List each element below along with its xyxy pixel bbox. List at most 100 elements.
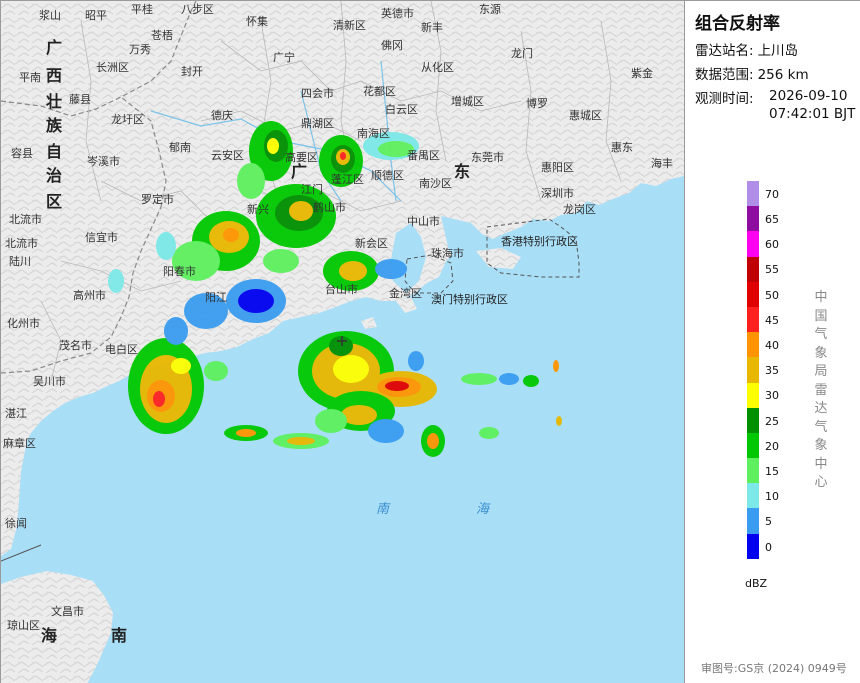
radar-map[interactable]: 广 西 壮 族 自 治 区 广 东 海 南 浆山 昭平 平桂 八步区 怀集 英德…: [1, 1, 684, 683]
city-c62: 茂名市: [59, 338, 92, 352]
legend-tick-8: 30: [765, 389, 779, 403]
city-c65: 麻章区: [3, 436, 36, 450]
legend-color-8: [747, 382, 759, 408]
city-c61: 电白区: [105, 342, 138, 356]
legend-tick-11: 15: [765, 465, 779, 479]
city-c17: 龙门: [511, 46, 533, 60]
city-c71: 珠海市: [431, 246, 464, 260]
city-c55: 阳春市: [163, 264, 196, 278]
city-c49: 龙岗区: [563, 203, 596, 216]
province-label-hn-1: 海: [41, 626, 57, 645]
time-row: 观测时间:: [695, 87, 754, 107]
city-c64: 湛江: [5, 407, 27, 420]
legend-tick-12: 10: [765, 490, 779, 504]
legend-tick-10: 20: [765, 439, 779, 453]
city-c32: 南海区: [357, 126, 390, 140]
city-c20: 藤县: [69, 93, 91, 106]
city-c28: 容县: [11, 146, 33, 160]
city-c67: 文昌市: [51, 604, 84, 618]
city-c12: 封开: [181, 64, 203, 78]
city-c21: 德庆: [211, 108, 233, 122]
city-c08: 东源: [479, 2, 501, 16]
city-c63: 吴川市: [33, 374, 66, 388]
province-label-gd-1: 广: [291, 162, 307, 181]
city-c53: 新会区: [355, 236, 388, 250]
legend-color-9: [747, 407, 759, 433]
city-c72: 阳江: [205, 291, 227, 304]
province-label-hn-2: 南: [111, 626, 127, 645]
legend-color-10: [747, 432, 759, 459]
city-c01: 浆山: [39, 8, 61, 22]
city-c37: 顺德区: [371, 168, 404, 182]
province-label-gx-3: 壮: [46, 92, 62, 111]
legend-color-14: [747, 533, 759, 559]
legend-unit: dBZ: [745, 577, 768, 590]
city-c35: 云安区: [211, 148, 244, 162]
observation-time: 2026-09-10 07:42:01 BJT: [769, 87, 855, 123]
legend-color-12: [747, 483, 759, 509]
city-c47: 南沙区: [419, 177, 452, 190]
city-c18: 紫金: [631, 66, 653, 80]
city-c52: 中山市: [407, 214, 440, 228]
city-c39: 东莞市: [471, 150, 504, 164]
city-c44: 新兴: [247, 202, 269, 216]
observation-date: 2026-09-10: [769, 88, 848, 104]
city-c11: 长洲区: [96, 61, 129, 74]
legend-color-4: [747, 281, 759, 307]
city-c51: 鹤山市: [313, 200, 346, 214]
city-c34: 岑溪市: [87, 154, 120, 168]
province-label-gd-2: 东: [454, 162, 470, 181]
city-c36: 高要区: [285, 150, 318, 164]
city-c25: 博罗: [526, 97, 548, 110]
city-c07: 新丰: [421, 20, 443, 34]
city-c23: 花都区: [363, 85, 396, 98]
city-c10: 万秀: [129, 43, 151, 56]
city-c59: 高州市: [73, 288, 106, 302]
city-c69: 北流市: [5, 236, 38, 250]
city-c15: 佛冈: [381, 39, 403, 52]
city-c22: 四会市: [301, 86, 334, 100]
legend-color-13: [747, 508, 759, 534]
city-c56: 台山市: [325, 282, 358, 296]
city-c68: 琼山区: [7, 618, 40, 632]
city-c50: 信宜市: [85, 230, 118, 244]
city-c09: 苍梧: [151, 28, 173, 42]
sea-label-2: 海: [476, 502, 491, 517]
city-c66: 徐闻: [5, 516, 27, 530]
province-label-gx-5: 自: [46, 142, 62, 161]
city-c38: 番禺区: [407, 149, 440, 162]
city-c03: 平桂: [131, 2, 153, 16]
city-c13: 广宁: [273, 50, 295, 64]
city-c54: 香港特别行政区: [501, 234, 578, 248]
station-key: 雷达站名:: [695, 43, 754, 59]
province-label-gx-1: 广: [46, 38, 62, 57]
approval-number: 审图号:GS京 (2024) 0949号: [701, 662, 847, 675]
legend-tick-13: 5: [765, 515, 772, 529]
legend-tick-3: 55: [765, 263, 779, 277]
city-c70: 陆川: [9, 254, 31, 268]
city-c48: 深圳市: [541, 186, 574, 200]
legend-tick-6: 40: [765, 339, 779, 353]
province-label-gx-4: 族: [46, 116, 63, 135]
city-c05: 怀集: [246, 14, 268, 28]
legend-tick-5: 45: [765, 313, 779, 327]
legend-tick-2: 60: [765, 238, 779, 252]
city-c46: 蓬江区: [331, 173, 364, 186]
agency-label: 中国气象局雷达气象中心: [814, 290, 828, 490]
panel-title: 组合反射率: [695, 14, 780, 34]
city-c43: 罗定市: [141, 192, 174, 206]
observation-clock: 07:42:01 BJT: [769, 106, 856, 122]
city-c41: 海丰: [651, 156, 673, 170]
radar-window: 广 西 壮 族 自 治 区 广 东 海 南 浆山 昭平 平桂 八步区 怀集 英德…: [0, 0, 860, 683]
legend-color-1: [747, 206, 759, 232]
city-c06: 英德市: [381, 6, 414, 20]
city-c16: 从化区: [421, 60, 454, 74]
range-key: 数据范围:: [695, 67, 754, 83]
info-panel: 组合反射率 雷达站名: 上川岛 数据范围: 256 km 观测时间: 2026-09…: [684, 1, 860, 683]
province-label-gx-6: 治: [46, 166, 62, 185]
legend-tick-1: 65: [765, 213, 779, 227]
legend-tick-4: 50: [765, 288, 779, 302]
city-c57: 金湾区: [389, 286, 422, 300]
legend-tick-7: 35: [765, 364, 779, 378]
legend-color-3: [747, 256, 759, 282]
